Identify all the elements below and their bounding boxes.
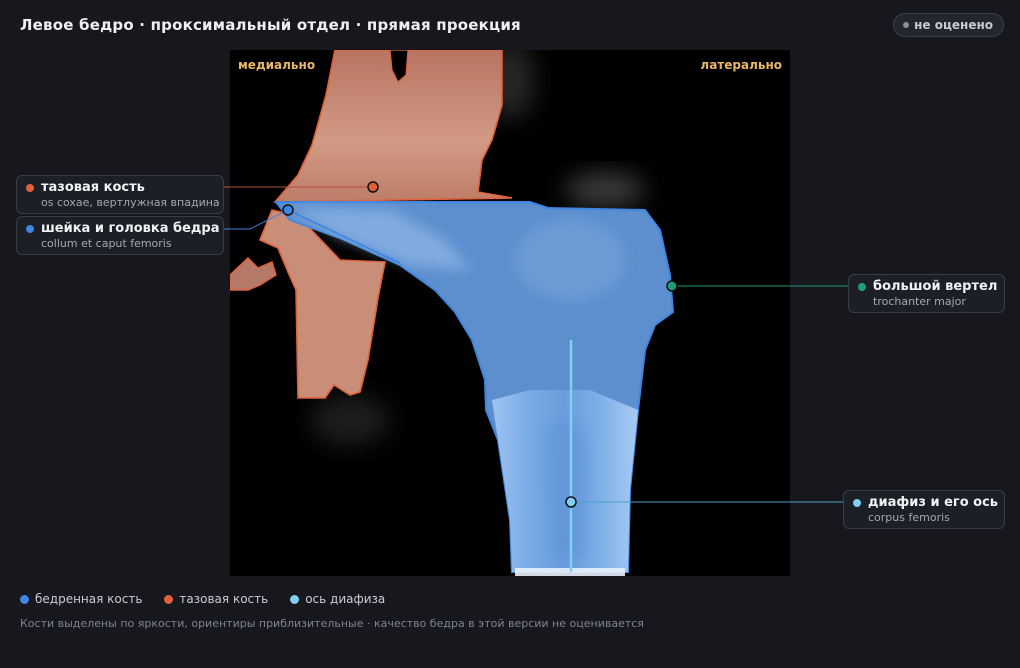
callout-pelvis[interactable]: тазовая кость os coxae, вертлужная впади… — [16, 175, 224, 214]
legend-label: бедренная кость — [35, 592, 143, 606]
legend-label: ось диафиза — [305, 592, 386, 606]
legend-item-axis: ось диафиза — [290, 592, 385, 606]
callout-name: тазовая кость — [41, 180, 145, 195]
soft-tissue-glow — [310, 395, 390, 445]
trochanter-dot-icon — [858, 282, 866, 291]
callout-latin: collum et caput femoris — [41, 237, 172, 250]
callout-femoral-neck[interactable]: шейка и головка бедра collum et caput fe… — [16, 216, 224, 255]
page-title: Левое бедро · проксимальный отдел · прям… — [20, 16, 521, 34]
callout-trochanter[interactable]: большой вертел trochanter major — [848, 274, 1005, 313]
orientation-lateral-label: латерально — [700, 58, 782, 72]
callout-latin: corpus femoris — [868, 511, 950, 524]
callout-name: большой вертел — [873, 279, 998, 294]
xray-image: медиально латерально — [230, 50, 790, 576]
femur-dot-icon — [26, 224, 34, 233]
callout-name: шейка и головка бедра — [41, 221, 220, 236]
legend-dot-icon — [164, 594, 174, 604]
xray-bones — [230, 50, 675, 576]
callout-latin: trochanter major — [873, 295, 966, 308]
soft-tissue-glow — [565, 172, 645, 208]
status-dot-icon — [903, 22, 910, 28]
legend: бедренная кость тазовая кость ось диафиз… — [20, 592, 385, 606]
shaft-dot-icon — [853, 498, 861, 507]
callout-latin: os coxae, вертлужная впадина — [41, 196, 220, 209]
legend-item-pelvis: тазовая кость — [164, 592, 268, 606]
footnote: Кости выделены по яркости, ориентиры при… — [20, 617, 644, 630]
status-badge: не оценено — [893, 13, 1004, 37]
legend-dot-icon — [20, 594, 29, 604]
legend-item-femur: бедренная кость — [20, 592, 142, 606]
callout-name: диафиз и его ось — [868, 495, 999, 510]
pelvis-dot-icon — [26, 183, 34, 192]
legend-label: тазовая кость — [179, 592, 269, 606]
orientation-medial-label: медиально — [238, 58, 316, 72]
status-label: не оценено — [914, 18, 993, 32]
legend-dot-icon — [290, 594, 300, 604]
callout-shaft[interactable]: диафиз и его ось corpus femoris — [843, 490, 1005, 529]
